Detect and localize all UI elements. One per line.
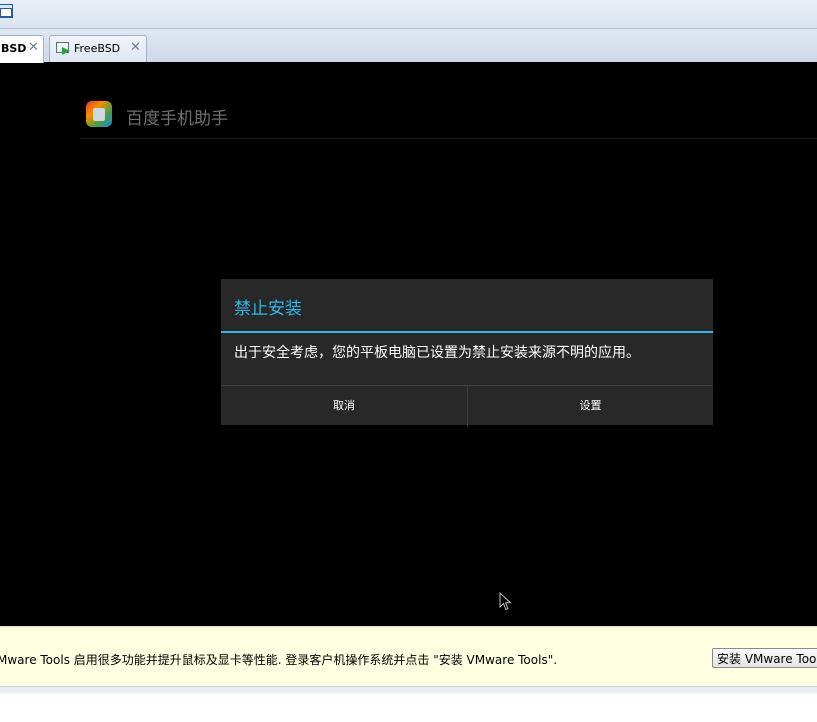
install-vmware-tools-button[interactable]: 安装 VMware Tools	[712, 648, 817, 668]
dialog-divider	[221, 331, 713, 333]
close-icon[interactable]: ✕	[28, 40, 39, 55]
app-header: 百度手机助手	[80, 90, 817, 139]
notice-text: Mware Tools 启用很多功能并提升鼠标及显卡等性能. 登录客户机操作系统…	[0, 653, 558, 667]
app-title: 百度手机助手	[126, 109, 228, 129]
vmware-tools-notice: Mware Tools 启用很多功能并提升鼠标及显卡等性能. 登录客户机操作系统…	[0, 626, 817, 686]
baidu-app-logo-icon	[86, 101, 112, 127]
status-strip	[0, 686, 817, 693]
tab-label: FreeBSD	[74, 42, 121, 55]
vm-screen[interactable]: 百度手机助手 禁止安装 出于安全考虑，您的平板电脑已设置为禁止安装来源不明的应用…	[0, 62, 817, 626]
settings-button[interactable]: 设置	[467, 386, 713, 426]
tab-bsd[interactable]: BSD ✕	[0, 35, 44, 63]
tab-freebsd[interactable]: FreeBSD ✕	[49, 35, 147, 62]
dialog-title: 禁止安装	[234, 299, 302, 319]
cancel-button[interactable]: 取消	[221, 386, 467, 426]
vm-play-icon	[56, 42, 70, 55]
close-icon[interactable]: ✕	[130, 40, 141, 55]
top-toolbar	[0, 0, 817, 29]
tab-label: BSD	[1, 42, 27, 55]
install-blocked-dialog: 禁止安装 出于安全考虑，您的平板电脑已设置为禁止安装来源不明的应用。 取消 设置	[221, 279, 713, 426]
window-icon[interactable]	[0, 4, 13, 18]
tab-bar: BSD ✕ FreeBSD ✕	[0, 29, 817, 63]
dialog-button-bar: 取消 设置	[221, 385, 713, 426]
dialog-message: 出于安全考虑，您的平板电脑已设置为禁止安装来源不明的应用。	[234, 345, 640, 361]
